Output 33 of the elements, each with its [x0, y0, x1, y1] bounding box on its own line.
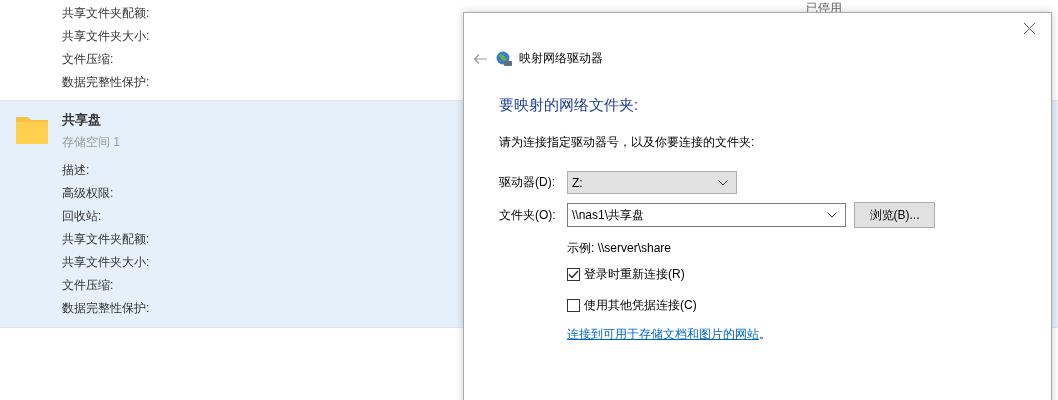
period-text: 。	[759, 326, 771, 343]
field-label: 共享文件夹大小:	[62, 28, 150, 45]
checkbox[interactable]	[567, 268, 580, 281]
example-text: 示例: \\server\share	[567, 240, 673, 256]
instruction-text: 请为连接指定驱动器号，以及你要连接的文件夹:	[499, 134, 756, 151]
folder-icon	[16, 117, 48, 144]
field-label: 共享文件夹配额:	[62, 5, 150, 22]
browse-button[interactable]: 浏览(B)...	[854, 202, 935, 228]
field-label: 高级权限:	[62, 185, 114, 202]
field-label: 文件压缩:	[62, 277, 114, 294]
dialog-title: 映射网络驱动器	[519, 50, 603, 67]
field-label: 数据完整性保护:	[62, 300, 150, 317]
storage-label: 存储空间 1	[62, 134, 120, 151]
field-label: 文件压缩:	[62, 51, 114, 68]
drive-label: 驱动器(D):	[499, 174, 556, 191]
checkbox[interactable]	[567, 299, 580, 312]
field-label: 描述:	[62, 162, 90, 179]
folder-combobox[interactable]: \\nas1\共享盘	[567, 203, 846, 227]
close-icon[interactable]	[1024, 23, 1035, 34]
field-label: 共享文件夹大小:	[62, 254, 150, 271]
field-label: 回收站:	[62, 208, 102, 225]
dialog-heading: 要映射的网络文件夹:	[499, 96, 640, 115]
field-label: 共享文件夹配额:	[62, 231, 150, 248]
field-label: 数据完整性保护:	[62, 74, 150, 91]
website-link[interactable]: 连接到可用于存储文档和图片的网站	[567, 326, 759, 343]
checkbox-label: 使用其他凭据连接(C)	[584, 297, 697, 314]
checkbox-label: 登录时重新连接(R)	[584, 266, 685, 283]
caret-icon	[718, 179, 728, 186]
folder-label: 文件夹(O):	[499, 206, 557, 224]
caret-icon	[827, 212, 837, 218]
share-name: 共享盘	[62, 111, 101, 129]
drive-dropdown[interactable]: Z:	[567, 171, 737, 194]
globe-icon	[496, 50, 512, 67]
